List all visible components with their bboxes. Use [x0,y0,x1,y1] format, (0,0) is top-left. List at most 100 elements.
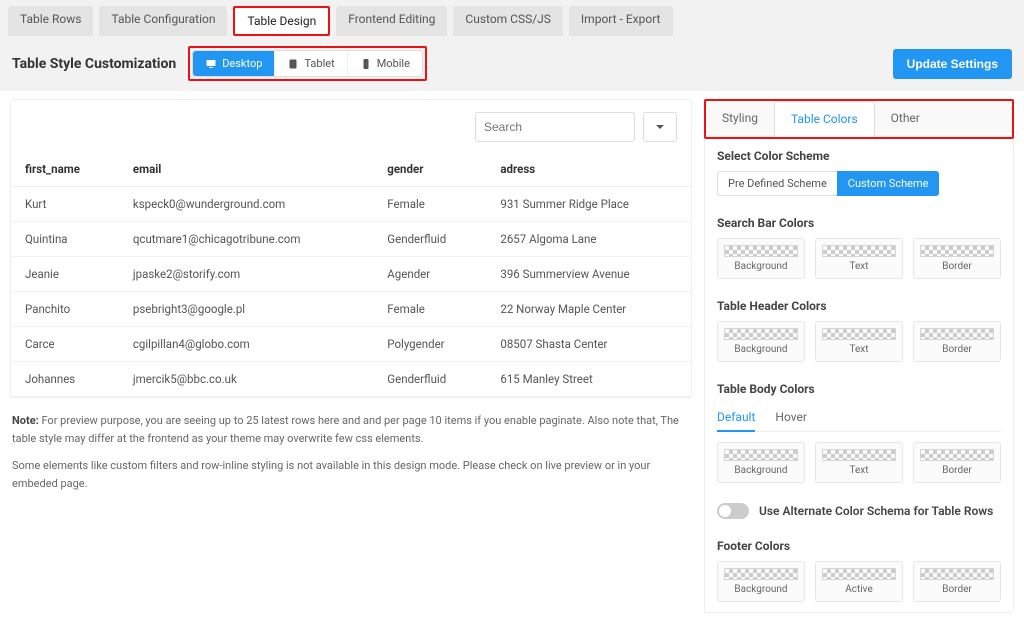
swatch-label: Text [822,465,896,476]
right-tab-table-colors[interactable]: Table Colors [774,101,875,137]
preview-panel: first_name email gender adress Kurtkspec… [10,99,692,398]
table-cell: qcutmare1@chicagotribune.com [119,222,373,257]
right-tab-other[interactable]: Other [875,101,936,136]
color-swatch [822,568,896,580]
color-swatch [920,245,994,257]
color-swatch [724,328,798,340]
color-swatch [822,328,896,340]
color-swatch [724,245,798,257]
color-swatch [920,449,994,461]
header-background-color[interactable]: Background [717,321,805,362]
table-cell: jpaske2@storify.com [119,257,373,292]
search-text-color[interactable]: Text [815,238,903,279]
swatch-label: Text [822,261,896,272]
table-cell: 08507 Shasta Center [486,327,691,362]
table-cell: Female [373,292,486,327]
table-row[interactable]: Carcecgilpillan4@globo.comPolygender0850… [11,327,691,362]
body-subtabs: Default Hover [717,404,1001,432]
title-bar: Table Style Customization Desktop Tablet… [0,36,1024,91]
highlight-right-tabs: Styling Table Colors Other [704,99,1014,139]
table-cell: Quintina [11,222,119,257]
body-subtab-default[interactable]: Default [717,404,755,432]
table-cell: 396 Summerview Avenue [486,257,691,292]
table-row[interactable]: Johannesjmercik5@bbc.co.ukGenderfluid615… [11,362,691,397]
body-background-color[interactable]: Background [717,442,805,483]
table-cell: Genderfluid [373,362,486,397]
device-toggle: Desktop Tablet Mobile [192,50,423,77]
table-cell: 2657 Algoma Lane [486,222,691,257]
swatch-label: Active [822,584,896,595]
color-swatch [920,568,994,580]
footer-border-color[interactable]: Border [913,561,1001,602]
device-tablet[interactable]: Tablet [275,51,347,76]
search-input[interactable] [475,112,635,142]
table-cell: 931 Summer Ridge Place [486,187,691,222]
right-tabs: Styling Table Colors Other [706,101,1012,137]
table-cell: jmercik5@bbc.co.uk [119,362,373,397]
swatch-label: Background [724,465,798,476]
scheme-toggle: Pre Defined Scheme Custom Scheme [717,171,1001,196]
device-mobile-label: Mobile [377,57,410,70]
tablet-icon [287,58,299,70]
table-cell: Kurt [11,187,119,222]
right-tab-styling[interactable]: Styling [706,101,774,136]
col-email[interactable]: email [119,152,373,187]
table-cell: Genderfluid [373,222,486,257]
scheme-predefined[interactable]: Pre Defined Scheme [717,171,838,196]
tab-table-design[interactable]: Table Design [235,8,328,34]
alternate-rows-toggle[interactable] [717,503,749,519]
color-swatch [920,328,994,340]
header-colors-heading: Table Header Colors [717,299,1001,313]
table-cell: Polygender [373,327,486,362]
header-text-color[interactable]: Text [815,321,903,362]
color-swatch [822,245,896,257]
col-gender[interactable]: gender [373,152,486,187]
col-adress[interactable]: adress [486,152,691,187]
table-header-row: first_name email gender adress [11,152,691,187]
table-cell: 22 Norway Maple Center [486,292,691,327]
device-desktop-label: Desktop [222,57,262,70]
highlight-table-design: Table Design [233,6,330,36]
note-text-1: For preview purpose, you are seeing up t… [12,414,679,445]
footer-background-color[interactable]: Background [717,561,805,602]
header-border-color[interactable]: Border [913,321,1001,362]
swatch-label: Background [724,261,798,272]
swatch-label: Border [920,584,994,595]
scheme-custom[interactable]: Custom Scheme [837,171,940,196]
tab-import-export[interactable]: Import - Export [569,6,673,36]
search-dropdown[interactable] [643,112,677,142]
table-row[interactable]: Panchitopsebright3@google.plFemale22 Nor… [11,292,691,327]
scheme-heading: Select Color Scheme [717,149,1001,163]
swatch-label: Background [724,344,798,355]
body-border-color[interactable]: Border [913,442,1001,483]
top-tabs: Table Rows Table Configuration Table Des… [0,0,1024,36]
table-cell: Female [373,187,486,222]
table-cell: cgilpillan4@globo.com [119,327,373,362]
tab-frontend-editing[interactable]: Frontend Editing [336,6,447,36]
table-row[interactable]: Kurtkspeck0@wunderground.comFemale931 Su… [11,187,691,222]
footer-active-color[interactable]: Active [815,561,903,602]
tab-table-rows[interactable]: Table Rows [8,6,93,36]
body-subtab-hover[interactable]: Hover [775,404,806,431]
swatch-label: Background [724,584,798,595]
device-desktop[interactable]: Desktop [193,51,275,76]
swatch-label: Border [920,261,994,272]
device-tablet-label: Tablet [304,57,334,70]
search-background-color[interactable]: Background [717,238,805,279]
col-first-name[interactable]: first_name [11,152,119,187]
tab-table-configuration[interactable]: Table Configuration [99,6,227,36]
table-cell: 615 Manley Street [486,362,691,397]
device-mobile[interactable]: Mobile [348,51,422,76]
table-row[interactable]: Jeaniejpaske2@storify.comAgender396 Summ… [11,257,691,292]
note-block: Note: For preview purpose, you are seein… [10,398,692,492]
update-settings-button[interactable]: Update Settings [893,49,1012,79]
mobile-icon [360,58,372,70]
note-label: Note: [12,414,39,427]
highlight-device-toggle: Desktop Tablet Mobile [188,46,427,81]
body-text-color[interactable]: Text [815,442,903,483]
table-row[interactable]: Quintinaqcutmare1@chicagotribune.comGend… [11,222,691,257]
search-border-color[interactable]: Border [913,238,1001,279]
table-cell: Jeanie [11,257,119,292]
tab-custom-css-js[interactable]: Custom CSS/JS [453,6,563,36]
preview-table: first_name email gender adress Kurtkspec… [11,152,691,397]
